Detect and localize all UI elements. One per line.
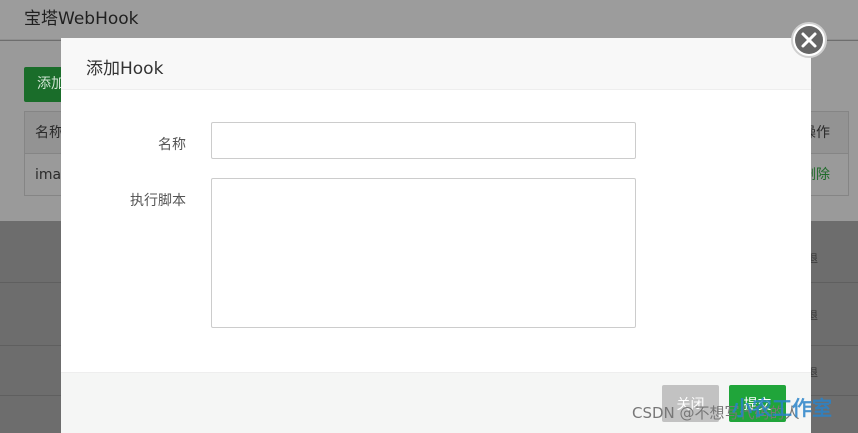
column-header-name: 名称	[35, 125, 63, 141]
hook-name-cell: ima	[35, 167, 62, 183]
script-label: 执行脚本	[130, 193, 186, 209]
name-input[interactable]	[211, 122, 636, 159]
app-header: 宝塔WebHook	[0, 0, 858, 40]
dialog-title: 添加Hook	[86, 59, 164, 79]
script-textarea[interactable]	[211, 178, 636, 328]
studio-logo-watermark: 小农工作室	[732, 396, 832, 420]
x-glyph-icon	[801, 32, 817, 48]
name-label: 名称	[158, 137, 186, 153]
dialog-header: 添加Hook	[61, 38, 811, 90]
add-hook-dialog: 添加Hook 名称 执行脚本 关闭 提交	[61, 38, 811, 433]
app-title: 宝塔WebHook	[24, 9, 139, 29]
close-x-icon[interactable]	[791, 22, 827, 58]
